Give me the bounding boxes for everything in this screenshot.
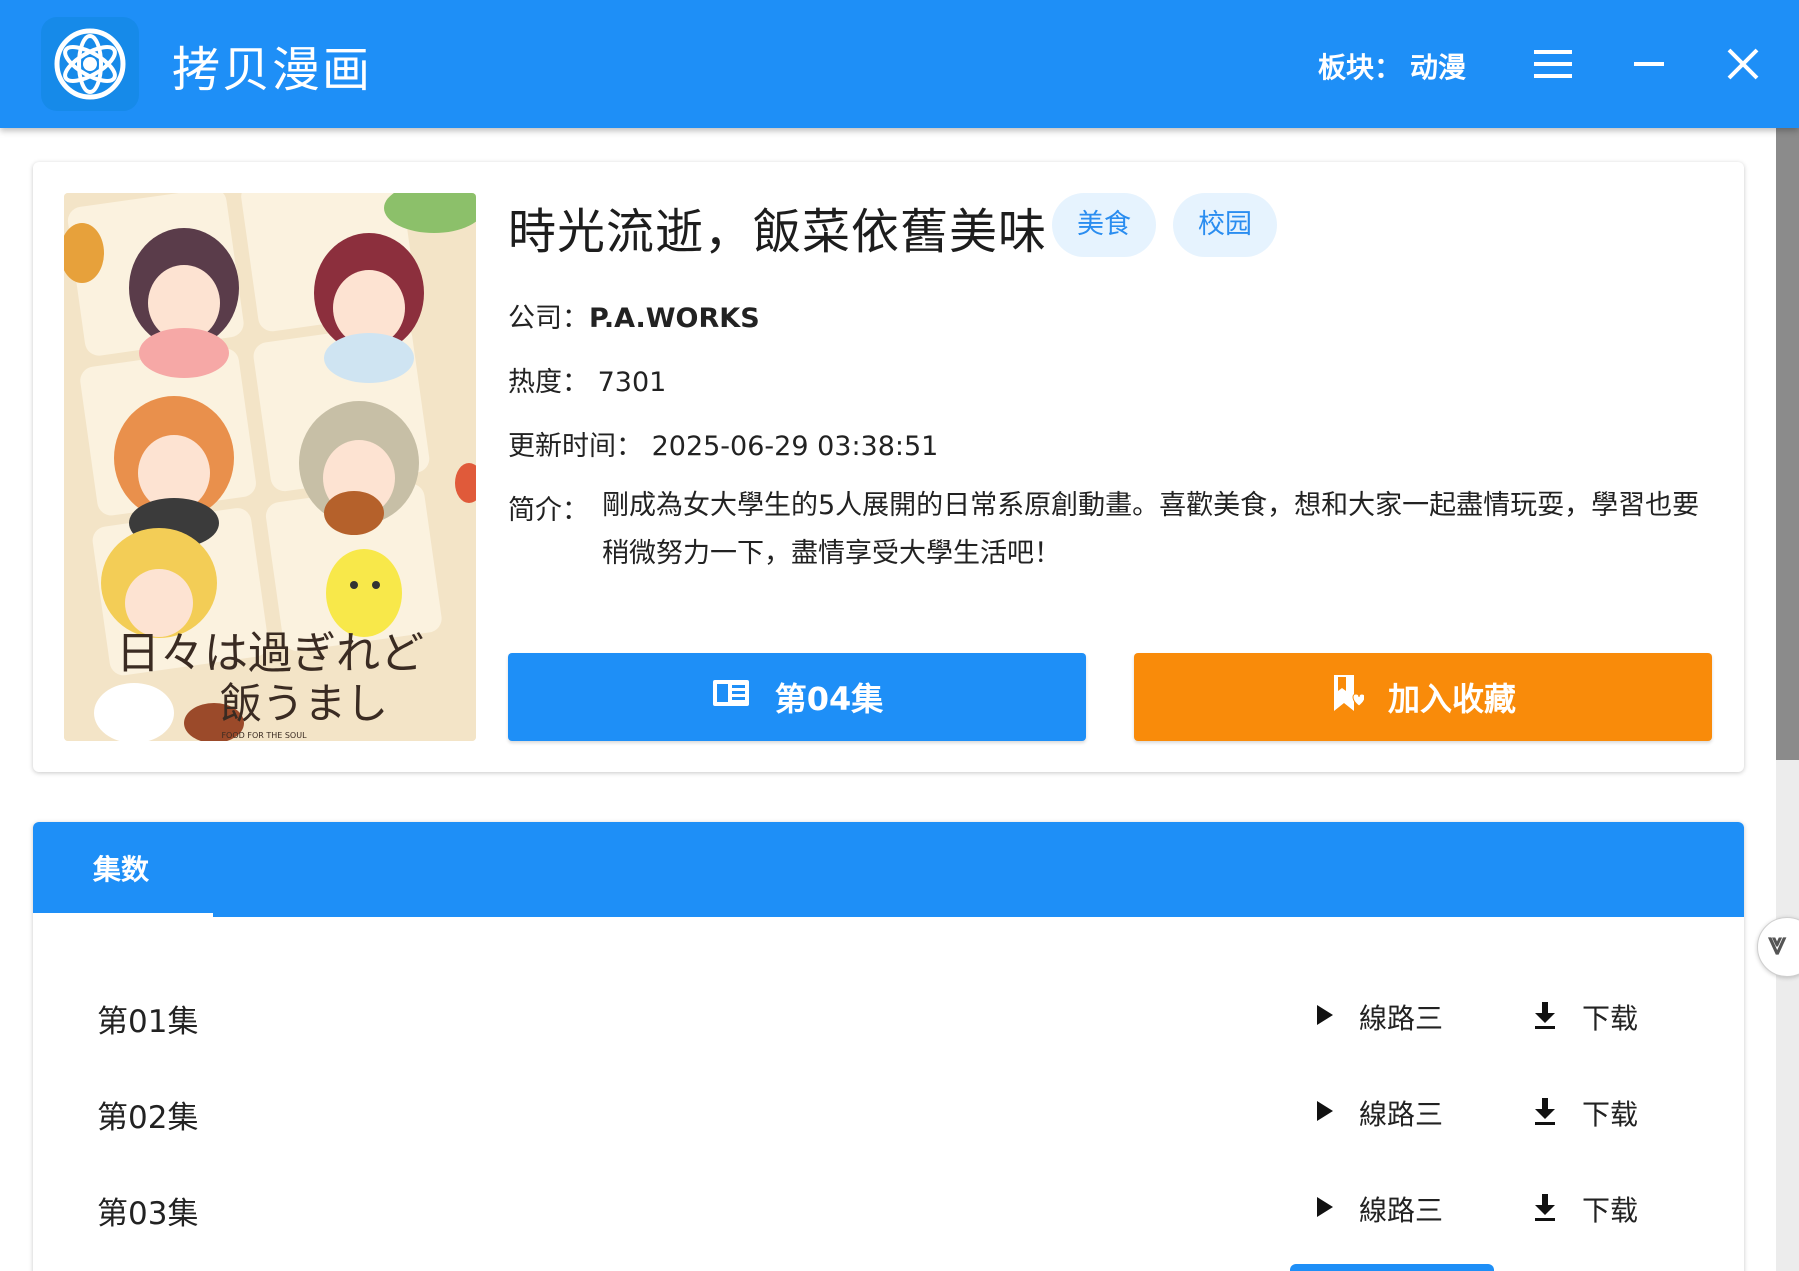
tab-episodes[interactable]: 集数 [33,822,213,917]
book-open-icon [711,677,751,717]
anime-cover-image: 日々は過ぎれど 飯うまし FOOD FOR THE SOUL [64,193,476,741]
company-label: 公司： [508,303,589,334]
play-route-button[interactable]: 線路三 [1315,992,1443,1042]
atom-logo-icon [41,17,139,111]
cover-logo-small: FOOD FOR THE SOUL [221,731,307,740]
play-route-label: 線路三 [1359,1194,1444,1227]
heat-label: 热度： [508,367,589,398]
anime-title: 時光流逝，飯菜依舊美味 [508,204,1048,260]
continue-reading-button[interactable]: 第04集 [508,653,1086,741]
play-route-button[interactable]: 線路三 [1315,1184,1443,1234]
episode-row[interactable]: 第02集 線路三 下载 [33,1062,1744,1158]
title-bar[interactable]: 拷贝漫画 板块： 动漫 [0,0,1799,128]
episode-row[interactable]: 第03集 線路三 下载 [33,1158,1744,1254]
update-time-label: 更新时间： [508,431,643,462]
download-icon [1532,1192,1558,1226]
company-row: 公司：P.A.WORKS [508,296,760,335]
episode-name: 第02集 [97,1100,199,1136]
update-time-value: 2025-06-29 03:38:51 [651,431,939,462]
add-favorite-button[interactable]: 加入收藏 [1134,653,1712,741]
scroll-down-button[interactable]: ⩔ [1757,917,1799,977]
episode-name: 第01集 [97,1004,199,1040]
episodes-card: 集数 第01集 線路三 下载 第02集 線路三 下载 第03集 線路三 下载 [33,822,1744,1271]
hamburger-menu-icon[interactable] [1524,36,1580,92]
continue-reading-label: 第04集 [774,680,884,718]
download-button[interactable]: 下载 [1532,1184,1638,1234]
add-favorite-label: 加入收藏 [1387,680,1516,718]
floating-action-peek[interactable] [1290,1264,1494,1271]
download-label: 下载 [1582,1002,1639,1035]
download-label: 下载 [1582,1194,1639,1227]
cover-logo-line2: 飯うまし [220,679,388,728]
play-route-button[interactable]: 線路三 [1315,1088,1443,1138]
cover-logo-line1: 日々は過ぎれど [116,628,424,679]
heat-value: 7301 [597,367,667,398]
play-triangle-icon [1315,1003,1335,1031]
play-route-label: 線路三 [1359,1098,1444,1131]
company-value: P.A.WORKS [589,303,760,334]
app-title: 拷贝漫画 [172,42,373,98]
scrollbar-thumb[interactable] [1776,128,1799,760]
play-triangle-icon [1315,1099,1335,1127]
download-icon [1532,1000,1558,1034]
board-selector[interactable]: 动漫 [1410,46,1466,86]
app-window: 拷贝漫画 板块： 动漫 日々は過ぎれど 飯うまし FOOD FOR THE SO… [0,0,1799,1271]
episode-row[interactable]: 第01集 線路三 下载 [33,966,1744,1062]
tag-school[interactable]: 校园 [1173,193,1277,257]
tag-food[interactable]: 美食 [1052,193,1156,257]
download-icon [1532,1096,1558,1130]
bookmark-heart-icon [1330,673,1366,721]
description-label: 简介： [508,495,589,526]
description-text: 剛成為女大學生的5人展開的日常系原創動畫。喜歡美食，想和大家一起盡情玩耍，學習也… [602,490,1700,569]
play-triangle-icon [1315,1195,1335,1223]
episode-name: 第03集 [97,1196,199,1232]
heat-row: 热度： 7301 [508,360,666,399]
board-label: 板块： [1318,51,1403,84]
minimize-icon[interactable] [1620,36,1676,92]
download-label: 下载 [1582,1098,1639,1131]
update-time-row: 更新时间： 2025-06-29 03:38:51 [508,424,938,463]
tab-indicator [33,913,213,917]
close-icon[interactable] [1715,36,1771,92]
episodes-tab-bar: 集数 [33,822,1744,917]
play-route-label: 線路三 [1359,1002,1444,1035]
download-button[interactable]: 下载 [1532,1088,1638,1138]
download-button[interactable]: 下载 [1532,992,1638,1042]
chevron-down-icon: ⩔ [1768,924,1787,962]
